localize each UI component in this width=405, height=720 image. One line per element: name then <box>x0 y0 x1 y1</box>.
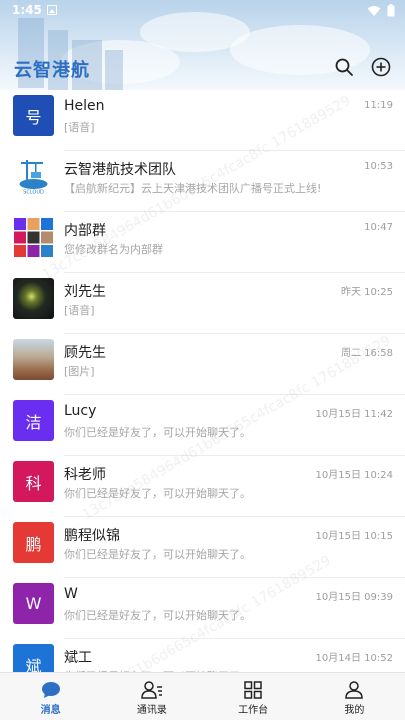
conversation-name: 云智港航技术团队 <box>64 162 176 178</box>
status-icons <box>367 4 395 17</box>
tab-label: 通讯录 <box>136 705 167 716</box>
conversation-item[interactable]: 科 科老师 你们已经是好友了，可以开始聊天了。 10月15日 10:24 <box>0 456 405 517</box>
search-icon <box>335 58 353 76</box>
tab-me[interactable]: 我的 <box>304 673 405 720</box>
conversation-preview: 你们已经是好友了，可以开始聊天了。 <box>64 426 251 439</box>
group-avatar <box>13 217 54 258</box>
tab-contacts[interactable]: 通讯录 <box>101 673 202 720</box>
conversation-item[interactable]: W W 你们已经是好友了，可以开始聊天了。 10月15日 09:39 <box>0 578 405 639</box>
avatar: W <box>13 583 54 624</box>
avatar: 科 <box>13 461 54 502</box>
conversation-item[interactable]: 内部群 您修改群名为内部群 10:47 <box>0 212 405 273</box>
conversation-item[interactable]: 洁 Lucy 你们已经是好友了，可以开始聊天了。 10月15日 11:42 <box>0 395 405 456</box>
header: 1:45 云智港航 <box>0 0 405 90</box>
conversation-time: 10:47 <box>364 222 393 233</box>
contacts-icon <box>141 681 162 699</box>
conversation-preview: [语音] <box>64 304 95 317</box>
conversation-name: 斌工 <box>64 650 92 666</box>
conversation-time: 11:19 <box>364 100 393 111</box>
conversation-name: 科老师 <box>64 467 106 483</box>
avatar: 鹏 <box>13 522 54 563</box>
search-button[interactable] <box>333 56 355 78</box>
conversation-preview: 你们已经是好友了，可以开始聊天了。 <box>64 487 251 500</box>
conversation-time: 周二 16:58 <box>341 348 393 359</box>
conversation-preview: [图片] <box>64 365 95 378</box>
status-time: 1:45 <box>12 3 42 17</box>
avatar: 洁 <box>13 400 54 441</box>
tab-label: 工作台 <box>238 705 269 716</box>
chat-bubble-icon <box>41 682 60 698</box>
conversation-preview: 【启航新纪元】云上天津港技术团队广播号正式上线! <box>64 182 322 195</box>
conversation-preview: [语音] <box>64 121 95 134</box>
conversation-preview: 你们已经是好友了，可以开始聊天了。 <box>64 548 251 561</box>
battery-icon <box>387 4 395 17</box>
grid-icon <box>244 681 262 699</box>
photo-avatar <box>13 278 54 319</box>
conversation-item[interactable]: 号 Helen [语音] 11:19 <box>0 90 405 151</box>
building-decoration <box>105 50 123 90</box>
add-button[interactable] <box>370 56 392 78</box>
person-icon <box>345 681 364 699</box>
group-mosaic-icon <box>14 218 53 257</box>
conversation-name: 内部群 <box>64 223 106 239</box>
conversation-time: 10月14日 10:52 <box>315 653 393 664</box>
conversation-time: 10月15日 10:24 <box>315 470 393 481</box>
plus-circle-icon <box>371 57 391 77</box>
conversation-name: Lucy <box>64 403 97 419</box>
conversation-preview: 你们已经是好友了，可以开始聊天了。 <box>64 609 251 622</box>
wifi-icon <box>367 5 381 16</box>
avatar: SCLOUD <box>13 156 54 197</box>
tab-label: 消息 <box>40 705 61 716</box>
scloud-logo-icon: SCLOUD <box>13 156 54 197</box>
conversation-name: 刘先生 <box>64 284 106 300</box>
conversation-name: 鹏程似锦 <box>64 528 120 544</box>
notification-icon <box>47 5 57 15</box>
photo-avatar <box>13 339 54 380</box>
conversation-time: 10:53 <box>364 161 393 172</box>
conversation-name: W <box>64 586 78 602</box>
conversation-name: 顾先生 <box>64 345 106 361</box>
app-root: 1:45 云智港航 号 Helen [语音] 11:19 SCLOUD 云智港航… <box>0 0 405 720</box>
conversation-item[interactable]: SCLOUD 云智港航技术团队 【启航新纪元】云上天津港技术团队广播号正式上线!… <box>0 151 405 212</box>
conversation-time: 昨天 10:25 <box>341 287 393 298</box>
conversation-item[interactable]: 刘先生 [语音] 昨天 10:25 <box>0 273 405 334</box>
tab-label: 我的 <box>344 705 365 716</box>
status-bar: 1:45 <box>0 0 405 22</box>
tab-messages[interactable]: 消息 <box>0 673 101 720</box>
conversation-item[interactable]: 鹏 鹏程似锦 你们已经是好友了，可以开始聊天了。 10月15日 10:15 <box>0 517 405 578</box>
avatar: 号 <box>13 95 54 136</box>
conversation-name: Helen <box>64 98 105 114</box>
tab-workbench[interactable]: 工作台 <box>203 673 304 720</box>
conversation-time: 10月15日 11:42 <box>315 409 393 420</box>
conversation-time: 10月15日 09:39 <box>315 592 393 603</box>
conversation-preview: 您修改群名为内部群 <box>64 243 163 256</box>
conversation-time: 10月15日 10:15 <box>315 531 393 542</box>
scloud-logo-text: SCLOUD <box>23 190 44 196</box>
page-title: 云智港航 <box>14 60 90 81</box>
bottom-nav: 消息 通讯录 工作台 我的 <box>0 672 405 720</box>
conversation-item[interactable]: 顾先生 [图片] 周二 16:58 <box>0 334 405 395</box>
